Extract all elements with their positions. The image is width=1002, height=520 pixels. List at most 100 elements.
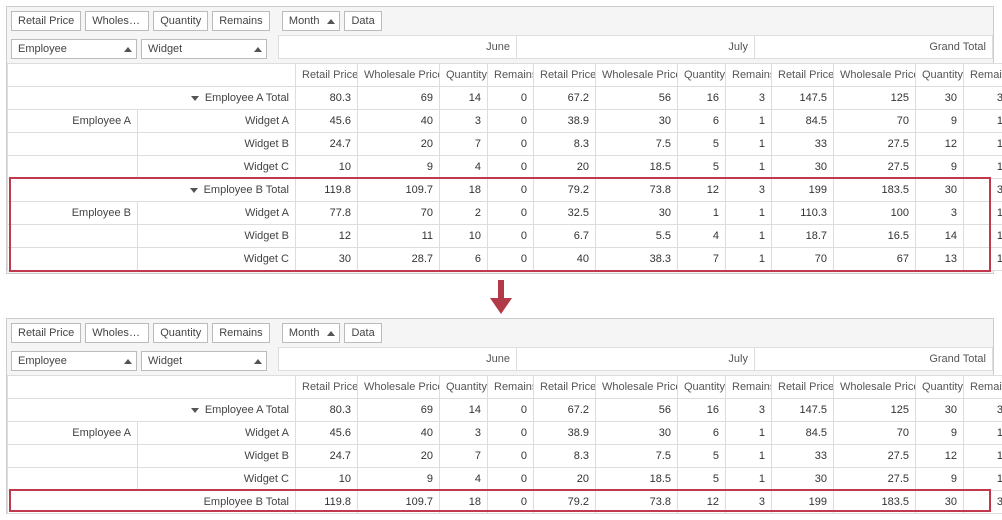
data-cell: 1 [726, 468, 772, 491]
pivot-grid-before: Retail Price Wholesal… Quantity Remains … [6, 6, 994, 274]
data-cell: 6 [678, 422, 726, 445]
data-cell: 56 [596, 87, 678, 110]
row-total-header[interactable]: Employee A Total [8, 87, 296, 110]
data-cell: 27.5 [834, 468, 916, 491]
data-cell: 13 [916, 248, 964, 271]
data-cell: 56 [596, 399, 678, 422]
data-cell: 8.3 [534, 445, 596, 468]
field-retail[interactable]: Retail Price [11, 11, 81, 31]
data-cell: 73.8 [596, 491, 678, 514]
data-cell: 79.2 [534, 179, 596, 202]
data-cell: 1 [964, 468, 1002, 491]
data-cell: 0 [488, 422, 534, 445]
chevron-down-icon[interactable] [191, 96, 199, 101]
data-cell: 7.5 [596, 445, 678, 468]
data-cell: 67.2 [534, 399, 596, 422]
data-cell: 30 [596, 202, 678, 225]
data-cell: 27.5 [834, 156, 916, 179]
data-cell: 125 [834, 399, 916, 422]
field-data[interactable]: Data [344, 323, 381, 343]
field-remains[interactable]: Remains [212, 323, 269, 343]
data-cell: 77.8 [296, 202, 358, 225]
data-cell: 40 [358, 422, 440, 445]
data-cell: 4 [440, 468, 488, 491]
data-cell: 45.6 [296, 422, 358, 445]
data-cell: 73.8 [596, 179, 678, 202]
data-cell: 16 [678, 399, 726, 422]
data-cell: 0 [488, 110, 534, 133]
widget-cell: Widget C [138, 156, 296, 179]
field-quantity[interactable]: Quantity [153, 11, 208, 31]
data-cell: 7.5 [596, 133, 678, 156]
field-data[interactable]: Data [344, 11, 381, 31]
field-month[interactable]: Month [282, 11, 341, 31]
data-cell: 20 [358, 133, 440, 156]
data-cell: 30 [916, 179, 964, 202]
data-cell: 6 [440, 248, 488, 271]
data-cell: 5 [678, 156, 726, 179]
field-widget[interactable]: Widget [141, 39, 267, 59]
data-cell: 1 [964, 110, 1002, 133]
data-cell: 18 [440, 491, 488, 514]
data-grid: Retail PriceWholesale PriceQuantityRemai… [7, 375, 1002, 514]
data-cell: 1 [726, 133, 772, 156]
data-cell: 30 [916, 87, 964, 110]
data-cell: 3 [440, 422, 488, 445]
field-wholesale[interactable]: Wholesal… [85, 11, 149, 31]
chevron-down-icon[interactable] [190, 188, 198, 193]
measure-header-row: Retail PriceWholesale PriceQuantityRemai… [8, 64, 1002, 87]
field-retail[interactable]: Retail Price [11, 323, 81, 343]
widget-cell: Widget B [138, 445, 296, 468]
data-cell: 0 [488, 445, 534, 468]
summary-row: Employee B Total119.8109.718079.273.8123… [8, 491, 1002, 514]
data-cell: 10 [296, 468, 358, 491]
data-cell: 10 [296, 156, 358, 179]
data-cell: 33 [772, 133, 834, 156]
chevron-down-icon[interactable] [191, 408, 199, 413]
employee-cell: Employee B [8, 202, 138, 225]
data-cell: 84.5 [772, 422, 834, 445]
field-quantity[interactable]: Quantity [153, 323, 208, 343]
employee-cell [8, 225, 138, 248]
row-total-header[interactable]: Employee B Total [8, 491, 296, 514]
data-cell: 3 [726, 179, 772, 202]
data-cell: 0 [488, 248, 534, 271]
column-headers: June July Grand Total [278, 35, 993, 59]
sort-asc-icon [254, 359, 262, 364]
data-cell: 14 [440, 399, 488, 422]
data-cell: 30 [296, 248, 358, 271]
data-cell: 14 [440, 87, 488, 110]
data-cell: 67 [834, 248, 916, 271]
data-cell: 1 [964, 202, 1002, 225]
data-cell: 0 [488, 179, 534, 202]
data-cell: 5 [678, 133, 726, 156]
row-total-header[interactable]: Employee B Total [8, 179, 296, 202]
field-remains[interactable]: Remains [212, 11, 269, 31]
data-cell: 3 [964, 179, 1002, 202]
data-cell: 1 [964, 248, 1002, 271]
data-cell: 183.5 [834, 491, 916, 514]
field-month[interactable]: Month [282, 323, 341, 343]
data-cell: 40 [534, 248, 596, 271]
field-widget[interactable]: Widget [141, 351, 267, 371]
data-cell: 9 [916, 422, 964, 445]
widget-cell: Widget A [138, 202, 296, 225]
data-cell: 11 [358, 225, 440, 248]
data-cell: 3 [726, 491, 772, 514]
data-cell: 1 [964, 156, 1002, 179]
widget-cell: Widget B [138, 225, 296, 248]
sort-asc-icon [254, 47, 262, 52]
data-cell: 147.5 [772, 87, 834, 110]
field-wholesale[interactable]: Wholesal… [85, 323, 149, 343]
data-cell: 4 [440, 156, 488, 179]
data-cell: 3 [964, 87, 1002, 110]
field-employee[interactable]: Employee [11, 39, 137, 59]
row-total-header[interactable]: Employee A Total [8, 399, 296, 422]
data-cell: 12 [678, 179, 726, 202]
data-cell: 30 [772, 468, 834, 491]
sort-asc-icon [327, 331, 335, 336]
field-employee[interactable]: Employee [11, 351, 137, 371]
data-cell: 119.8 [296, 491, 358, 514]
data-cell: 7 [678, 248, 726, 271]
data-cell: 110.3 [772, 202, 834, 225]
